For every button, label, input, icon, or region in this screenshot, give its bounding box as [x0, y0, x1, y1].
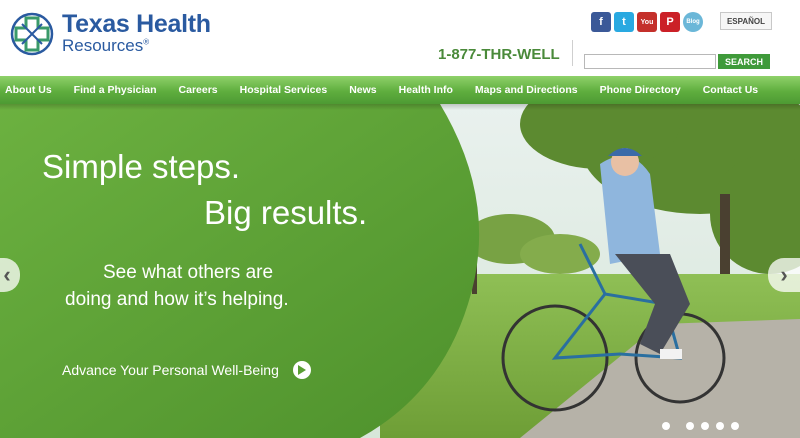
hero-headline-2: Big results. [204, 194, 368, 231]
nav-health-info[interactable]: Health Info [388, 84, 464, 96]
carousel-dot-4[interactable] [716, 422, 724, 430]
texas-health-logo-icon[interactable] [10, 12, 54, 56]
search-input[interactable] [584, 54, 716, 69]
carousel-dot-2[interactable] [686, 422, 694, 430]
youtube-icon[interactable]: You [637, 12, 657, 32]
carousel-dots [662, 422, 739, 430]
search-button[interactable]: SEARCH [718, 54, 770, 69]
nav-about-us[interactable]: About Us [0, 84, 63, 96]
carousel-dot-5[interactable] [731, 422, 739, 430]
hero-subtext-2: doing and how it’s helping. [65, 289, 289, 310]
facebook-icon[interactable]: f [591, 12, 611, 32]
nav-phone-directory[interactable]: Phone Directory [589, 84, 692, 96]
nav-find-a-physician[interactable]: Find a Physician [63, 84, 168, 96]
carousel-next-arrow-icon[interactable]: › [768, 258, 800, 292]
nav-news[interactable]: News [338, 84, 387, 96]
blog-icon[interactable]: Blog [683, 12, 703, 32]
social-links: f t You P Blog [591, 12, 703, 34]
nav-careers[interactable]: Careers [168, 84, 229, 96]
nav-maps-and-directions[interactable]: Maps and Directions [464, 84, 589, 96]
nav-hospital-services[interactable]: Hospital Services [229, 84, 339, 96]
hero-cta-link[interactable]: Advance Your Personal Well-Being [62, 361, 311, 379]
header-divider [572, 40, 573, 66]
main-nav: About Us Find a Physician Careers Hospit… [0, 76, 800, 104]
hero-cta-label: Advance Your Personal Well-Being [62, 362, 279, 378]
pinterest-icon[interactable]: P [660, 12, 680, 32]
play-arrow-icon [292, 361, 311, 379]
site-header: Texas Health Resources® f t You P Blog E… [0, 0, 800, 76]
brand-name[interactable]: Texas Health [62, 10, 211, 39]
hero-carousel[interactable]: Simple steps. Big results. See what othe… [0, 104, 800, 438]
carousel-dot-1[interactable] [662, 422, 670, 430]
carousel-dot-3[interactable] [701, 422, 709, 430]
language-button[interactable]: ESPAÑOL [720, 12, 772, 30]
brand-subname[interactable]: Resources® [62, 36, 149, 56]
hero-subtext-1: See what others are [103, 262, 274, 283]
twitter-icon[interactable]: t [614, 12, 634, 32]
hero-headline-1: Simple steps. [42, 148, 241, 185]
phone-number: 1-877-THR-WELL [438, 46, 560, 63]
nav-contact-us[interactable]: Contact Us [692, 84, 769, 96]
nav-shadow [0, 104, 800, 110]
